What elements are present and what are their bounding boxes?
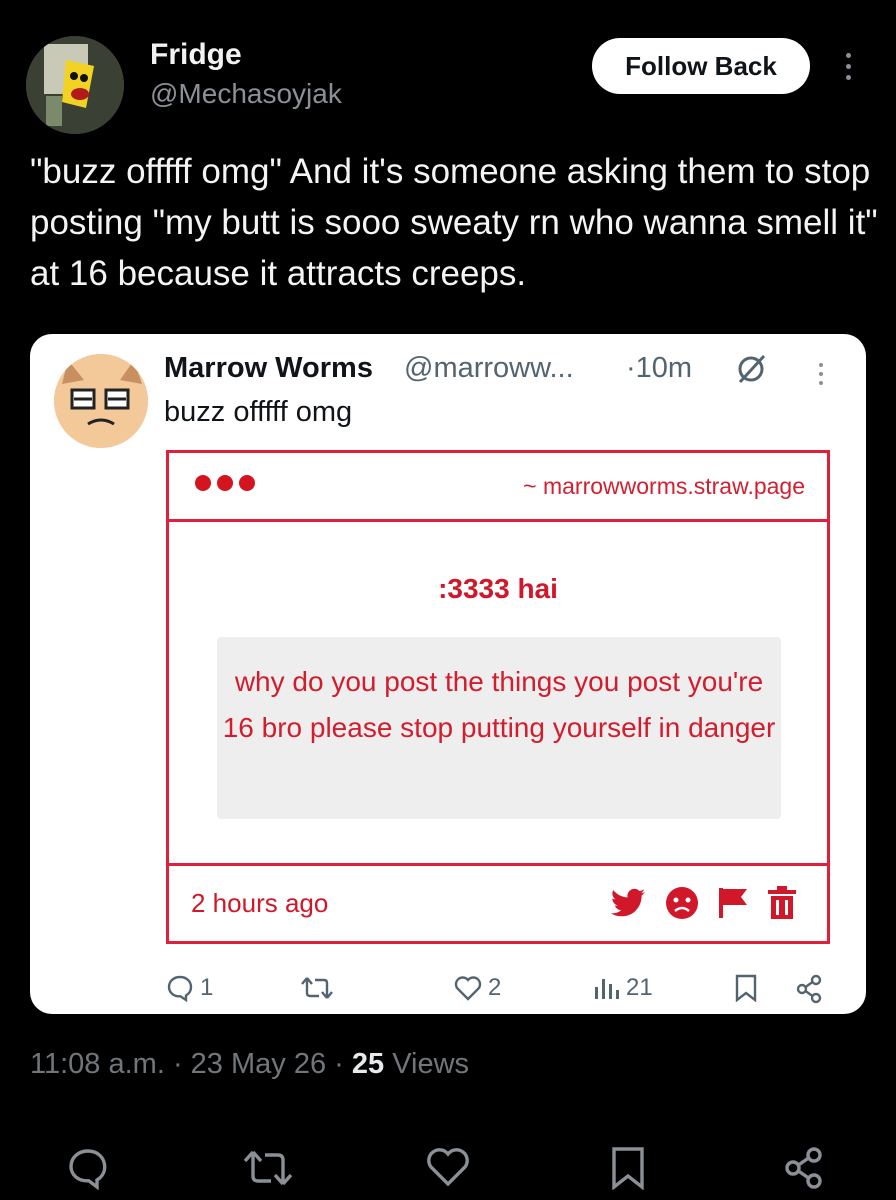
reply-count: 1 [200, 974, 214, 1001]
author-handle[interactable]: @Mechasoyjak [150, 78, 342, 110]
follow-back-button[interactable]: Follow Back [592, 38, 810, 94]
quoted-more-options-icon[interactable] [816, 356, 826, 392]
views-count: 21 [626, 974, 653, 1001]
retweet-icon [301, 977, 333, 999]
share-icon [796, 974, 822, 1004]
post-time[interactable]: 11:08 a.m. [30, 1048, 165, 1080]
reply-icon [167, 975, 193, 1002]
author-avatar[interactable] [26, 36, 124, 134]
quoted-author-handle[interactable]: @marroww... [404, 352, 574, 385]
embed-message-box: why do you post the things you post you'… [217, 637, 781, 819]
flag-icon [719, 888, 747, 918]
window-dots-icon [195, 475, 255, 491]
embedded-image[interactable]: ~ marrowworms.straw.page :3333 hai why d… [166, 450, 830, 944]
quoted-reply-button[interactable]: 1 [166, 974, 213, 1002]
post-date[interactable]: · 23 May 26 · [173, 1048, 344, 1080]
embed-url: ~ marrowworms.straw.page [523, 473, 805, 499]
embed-footer: 2 hours ago [169, 863, 827, 944]
views-total: 25 [351, 1048, 385, 1080]
post-meta: 11:08 a.m. · 23 May 26 · 25 Views [30, 1048, 469, 1081]
embed-actions [611, 886, 797, 920]
quoted-retweet-button[interactable] [300, 974, 334, 1002]
embed-greeting: :3333 hai [438, 573, 558, 604]
quoted-share-button[interactable] [794, 974, 824, 1004]
no-interaction-icon [738, 354, 766, 384]
more-options-icon[interactable] [836, 44, 860, 88]
reply-icon[interactable] [66, 1146, 110, 1190]
quoted-bookmark-button[interactable] [734, 974, 758, 1002]
share-icon[interactable] [782, 1146, 826, 1190]
like-icon[interactable] [426, 1146, 470, 1190]
quoted-post-card[interactable]: Marrow Worms @marroww... ·10m buzz offff… [30, 334, 866, 1014]
quoted-like-button[interactable]: 2 [454, 974, 501, 1002]
views-label: Views [392, 1048, 470, 1080]
like-count: 2 [488, 974, 502, 1001]
retweet-icon[interactable] [242, 1146, 294, 1190]
quoted-views-button[interactable]: 21 [592, 974, 653, 1002]
bookmark-icon[interactable] [606, 1146, 650, 1190]
embed-timestamp: 2 hours ago [191, 888, 329, 918]
embed-header: ~ marrowworms.straw.page [169, 453, 827, 522]
trash-icon [768, 886, 796, 919]
views-icon [595, 979, 619, 999]
quoted-author-avatar[interactable] [54, 354, 148, 448]
embed-message: why do you post the things you post you'… [222, 666, 776, 743]
twitter-bird-icon [611, 888, 645, 917]
quoted-post-time[interactable]: ·10m [626, 352, 692, 385]
angry-face-icon [666, 887, 698, 919]
author-name[interactable]: Fridge [150, 38, 242, 72]
post-text: "buzz offfff omg" And it's someone askin… [30, 152, 878, 293]
quoted-post-text: buzz offfff omg [164, 396, 353, 428]
bookmark-icon [735, 974, 757, 1002]
like-icon [454, 976, 482, 1001]
quoted-author-name[interactable]: Marrow Worms [164, 352, 373, 385]
